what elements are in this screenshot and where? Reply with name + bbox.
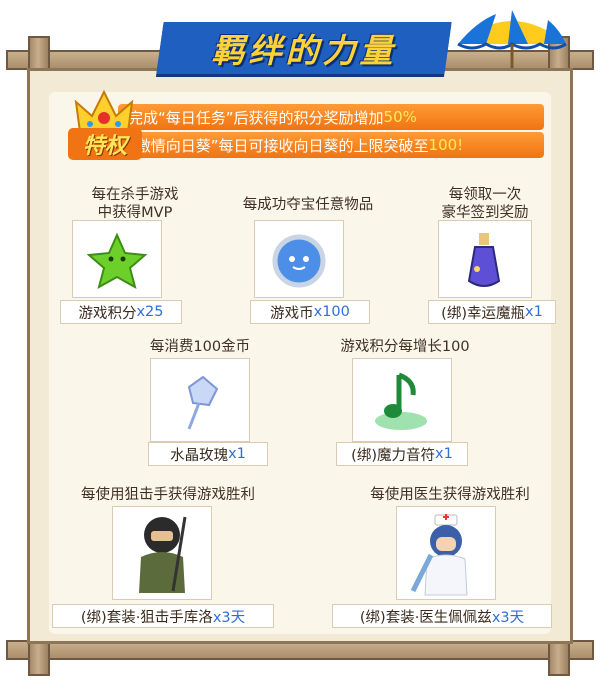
reward-qty: x3天 bbox=[491, 609, 525, 626]
privilege-row-1: 完成“每日任务”后获得的积分奖励增加 50% bbox=[118, 104, 544, 130]
reward-label: 游戏币 x100 bbox=[250, 300, 370, 324]
reward-icon-box bbox=[254, 220, 344, 298]
reward-icon-box bbox=[72, 220, 162, 298]
reward-caption: 每领取一次 豪华签到奖励 bbox=[441, 187, 529, 221]
green-star-icon bbox=[86, 232, 148, 290]
sniper-avatar-icon bbox=[139, 516, 187, 593]
reward-name: (绑)套装·医生佩佩兹 bbox=[359, 609, 492, 626]
reward-name: (绑)套装·狙击手库洛 bbox=[80, 609, 213, 626]
reward-label: (绑)幸运魔瓶 x1 bbox=[428, 300, 556, 324]
reward-qty: x1 bbox=[525, 304, 543, 320]
magic-bottle-icon bbox=[467, 233, 501, 287]
reward-name: (绑)魔力音符 bbox=[351, 447, 435, 464]
reward-caption: 每使用医生获得游戏胜利 bbox=[370, 487, 530, 503]
reward-panel: 羁绊的力量 完成“每日任务”后获得的积分奖励增加 50% “激情向日葵”每日可接… bbox=[0, 0, 600, 685]
reward-icon-box bbox=[112, 506, 212, 600]
blue-coin-icon bbox=[272, 234, 326, 288]
reward-qty: x1 bbox=[435, 446, 453, 462]
reward-caption: 每消费100金币 bbox=[149, 339, 251, 355]
reward-icon-box bbox=[150, 358, 250, 442]
reward-name: 游戏币 bbox=[270, 305, 314, 322]
reward-caption: 游戏积分每增长100 bbox=[340, 339, 470, 355]
privilege-badge: 特权 bbox=[68, 128, 142, 160]
umbrella-icon bbox=[457, 10, 567, 68]
page-title: 羁绊的力量 bbox=[211, 31, 397, 70]
reward-qty: x3天 bbox=[212, 609, 246, 626]
privilege-row-2-text: “激情向日葵”每日可接收向日葵的上限突破至 bbox=[128, 136, 429, 155]
nurse-avatar-icon bbox=[410, 514, 468, 596]
reward-qty: x100 bbox=[313, 304, 350, 320]
reward-label: 水晶玫瑰 x1 bbox=[148, 442, 268, 466]
reward-icon-box bbox=[438, 220, 532, 298]
privilege-row-1-text: 完成“每日任务”后获得的积分奖励增加 bbox=[128, 108, 384, 127]
reward-name: (绑)幸运魔瓶 bbox=[441, 305, 525, 322]
reward-label: 游戏积分 x25 bbox=[60, 300, 182, 324]
reward-icon-box bbox=[352, 358, 452, 442]
reward-name: 游戏积分 bbox=[78, 305, 137, 322]
privilege-row-2-value: 100! bbox=[428, 136, 464, 154]
reward-label: (绑)套装·医生佩佩兹 x3天 bbox=[332, 604, 552, 628]
reward-icon-box bbox=[396, 506, 496, 600]
crystal-rose-icon bbox=[187, 375, 219, 430]
privilege-row-1-value: 50% bbox=[383, 108, 417, 126]
reward-label: (绑)套装·狙击手库洛 x3天 bbox=[52, 604, 274, 628]
reward-name: 水晶玫瑰 bbox=[170, 447, 229, 464]
reward-caption: 每使用狙击手获得游戏胜利 bbox=[81, 487, 255, 503]
reward-qty: x1 bbox=[228, 446, 246, 462]
reward-qty: x25 bbox=[136, 304, 164, 320]
music-note-icon bbox=[375, 372, 427, 430]
privilege-row-2: “激情向日葵”每日可接收向日葵的上限突破至 100! bbox=[118, 132, 544, 158]
reward-label: (绑)魔力音符 x1 bbox=[336, 442, 468, 466]
reward-caption: 每在杀手游戏 中获得MVP bbox=[91, 187, 179, 221]
reward-caption: 每成功夺宝任意物品 bbox=[242, 197, 374, 213]
